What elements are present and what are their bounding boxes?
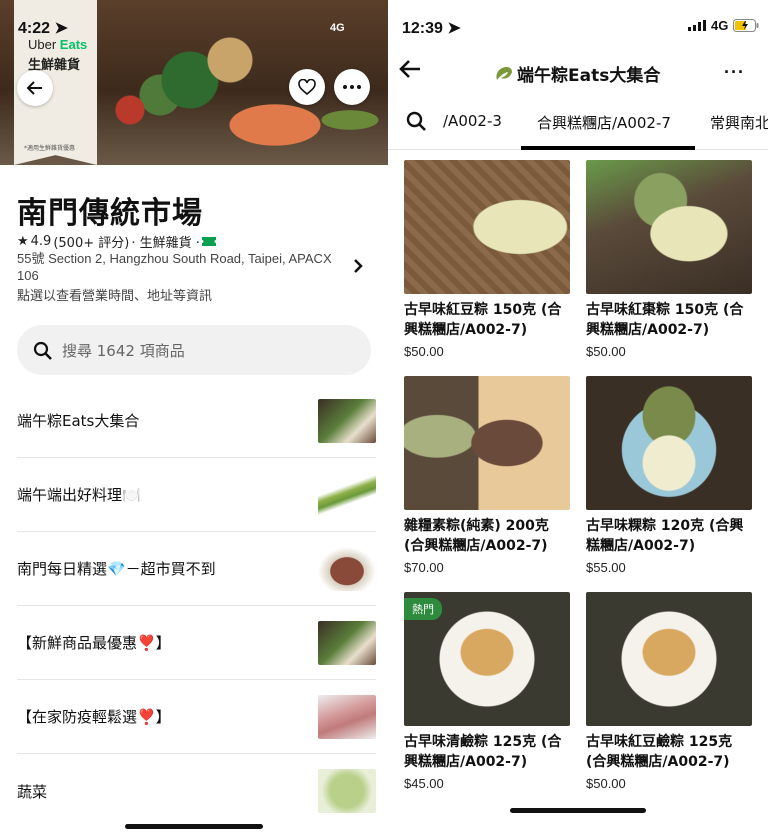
arrow-left-icon — [399, 60, 420, 78]
ticket-icon — [201, 237, 216, 246]
category-row[interactable]: 端午端出好料理🍽️ — [17, 458, 376, 532]
more-dots-icon — [343, 85, 361, 89]
category-label: 端午端出好料理🍽️ — [17, 486, 141, 504]
battery-charging-icon — [733, 19, 759, 32]
review-count: (500+ 評分) — [53, 236, 130, 251]
tab-search-button[interactable] — [406, 111, 426, 135]
category-thumbnail — [318, 546, 376, 591]
product-name: 古早味粿粽 120克 (合興糕糰店/A002-7) — [586, 518, 744, 554]
status-time-text: 12:39 — [402, 20, 443, 37]
store-category: · 生鮮雜貨 · — [131, 236, 200, 251]
page-title-text: 端午粽Eats大集合 — [517, 66, 661, 86]
store-name: 南門傳統市場 — [17, 196, 203, 231]
product-card[interactable]: 古早味紅豆粽 150克 (合興糕糰店/A002-7) $50.00 — [404, 160, 570, 359]
category-row[interactable]: 蔬菜 — [17, 754, 376, 828]
arrow-left-icon — [26, 81, 42, 95]
search-placeholder: 搜尋 1642 項商品 — [62, 341, 185, 360]
network-label: 4G — [711, 18, 729, 33]
category-label: 南門每日精選💎－超市買不到 — [17, 560, 216, 578]
product-image: 熱門 — [404, 592, 570, 726]
product-name: 古早味紅豆粽 150克 (合興糕糰店/A002-7) — [404, 302, 562, 338]
product-price: $55.00 — [586, 560, 626, 575]
star-icon: ★ — [17, 234, 29, 249]
home-indicator — [510, 808, 646, 813]
store-info-hint[interactable]: 點選以查看營業時間、地址等資訊 — [17, 285, 212, 304]
product-image — [586, 592, 752, 726]
product-card[interactable]: 古早味紅豆鹼粽 125克 (合興糕糰店/A002-7) $50.00 — [586, 592, 752, 791]
category-row[interactable]: 南門每日精選💎－超市買不到 — [17, 532, 376, 606]
more-button[interactable] — [334, 69, 370, 105]
status-icons: 4G — [688, 18, 759, 33]
product-card[interactable]: 熱門 古早味清鹼粽 125克 (合興糕糰店/A002-7) $45.00 — [404, 592, 570, 791]
category-row[interactable]: 端午粽Eats大集合 — [17, 384, 376, 458]
category-row[interactable]: 【新鮮商品最優惠❣️】 — [17, 606, 376, 680]
search-input[interactable]: 搜尋 1642 項商品 — [17, 325, 371, 375]
tab-changxing[interactable]: 常興南北 — [710, 112, 768, 133]
product-price: $50.00 — [586, 776, 626, 791]
favorite-button[interactable] — [289, 69, 325, 105]
status-time: 12:39 ➤ — [402, 18, 461, 38]
product-name: 古早味清鹼粽 125克 (合興糕糰店/A002-7) — [404, 734, 562, 770]
active-tab-indicator — [521, 146, 695, 150]
hero-brand: Uber Eats — [28, 37, 87, 52]
store-screen: 4:22 ➤ Uber Eats 生鮮雜貨 *適用生鮮雜貨優惠 4G 南門傳統市… — [0, 0, 388, 837]
product-price: $50.00 — [586, 344, 626, 359]
rating-value: 4.9 — [30, 234, 52, 249]
product-card[interactable]: 古早味粿粽 120克 (合興糕糰店/A002-7) $55.00 — [586, 376, 752, 575]
network-label: 4G — [330, 22, 345, 34]
status-time-text: 4:22 — [18, 20, 51, 37]
category-thumbnail — [318, 694, 376, 739]
category-thumbnail — [318, 769, 376, 813]
leaf-icon — [496, 66, 512, 80]
product-price: $50.00 — [404, 344, 444, 359]
location-arrow-icon: ➤ — [447, 20, 461, 37]
product-name: 雜糧素粽(純素) 200克 (合興糕糰店/A002-7) — [404, 518, 549, 554]
page-title: 端午粽Eats大集合 — [493, 61, 660, 86]
category-row[interactable]: 【在家防疫輕鬆選❣️】 — [17, 680, 376, 754]
category-label: 【新鮮商品最優惠❣️】 — [17, 634, 171, 652]
back-button[interactable] — [398, 58, 422, 84]
product-image — [404, 376, 570, 510]
product-price: $70.00 — [404, 560, 444, 575]
collection-screen: 12:39 ➤ 4G 端午粽Eats大集合 ··· /A002-3 合興糕糰店/… — [388, 0, 768, 837]
chevron-right-icon — [354, 259, 363, 273]
search-icon — [406, 111, 426, 131]
hero-banner: 4:22 ➤ Uber Eats 生鮮雜貨 *適用生鮮雜貨優惠 4G — [0, 0, 388, 165]
hero-note: *適用生鮮雜貨優惠 — [24, 145, 76, 152]
category-thumbnail — [318, 620, 376, 665]
product-card[interactable]: 古早味紅棗粽 150克 (合興糕糰店/A002-7) $50.00 — [586, 160, 752, 359]
category-label: 【在家防疫輕鬆選❣️】 — [17, 708, 171, 726]
location-arrow-icon: ➤ — [54, 20, 68, 37]
signal-icon — [688, 20, 706, 31]
product-name: 古早味紅豆鹼粽 125克 (合興糕糰店/A002-7) — [586, 734, 733, 770]
popular-badge: 熱門 — [404, 598, 442, 620]
category-label: 蔬菜 — [17, 782, 48, 801]
tab-hexing[interactable]: 合興糕糰店/A002-7 — [537, 112, 671, 133]
category-thumbnail — [318, 472, 376, 517]
brand-uber: Uber — [28, 37, 60, 52]
store-info-button[interactable] — [352, 258, 364, 277]
product-image — [586, 160, 752, 294]
category-thumbnail — [318, 398, 376, 443]
store-address: 55號 Section 2, Hangzhou South Road, Taip… — [17, 251, 332, 283]
search-icon — [33, 341, 52, 360]
product-card[interactable]: 雜糧素粽(純素) 200克 (合興糕糰店/A002-7) $70.00 — [404, 376, 570, 575]
brand-eats: Eats — [59, 37, 88, 52]
category-tabs: /A002-3 合興糕糰店/A002-7 常興南北 — [388, 100, 768, 150]
product-image — [586, 376, 752, 510]
category-label: 端午粽Eats大集合 — [17, 412, 140, 430]
tab-a002-3[interactable]: /A002-3 — [443, 112, 502, 130]
product-price: $45.00 — [404, 776, 444, 791]
back-button[interactable] — [17, 70, 53, 106]
product-image — [404, 160, 570, 294]
heart-icon — [298, 79, 316, 95]
product-name: 古早味紅棗粽 150克 (合興糕糰店/A002-7) — [586, 302, 744, 338]
status-time: 4:22 ➤ — [18, 18, 68, 38]
rating-line: ★ 4.9 (500+ 評分) · 生鮮雜貨 · — [17, 232, 216, 251]
home-indicator — [125, 824, 263, 829]
more-button[interactable]: ··· — [724, 62, 745, 83]
